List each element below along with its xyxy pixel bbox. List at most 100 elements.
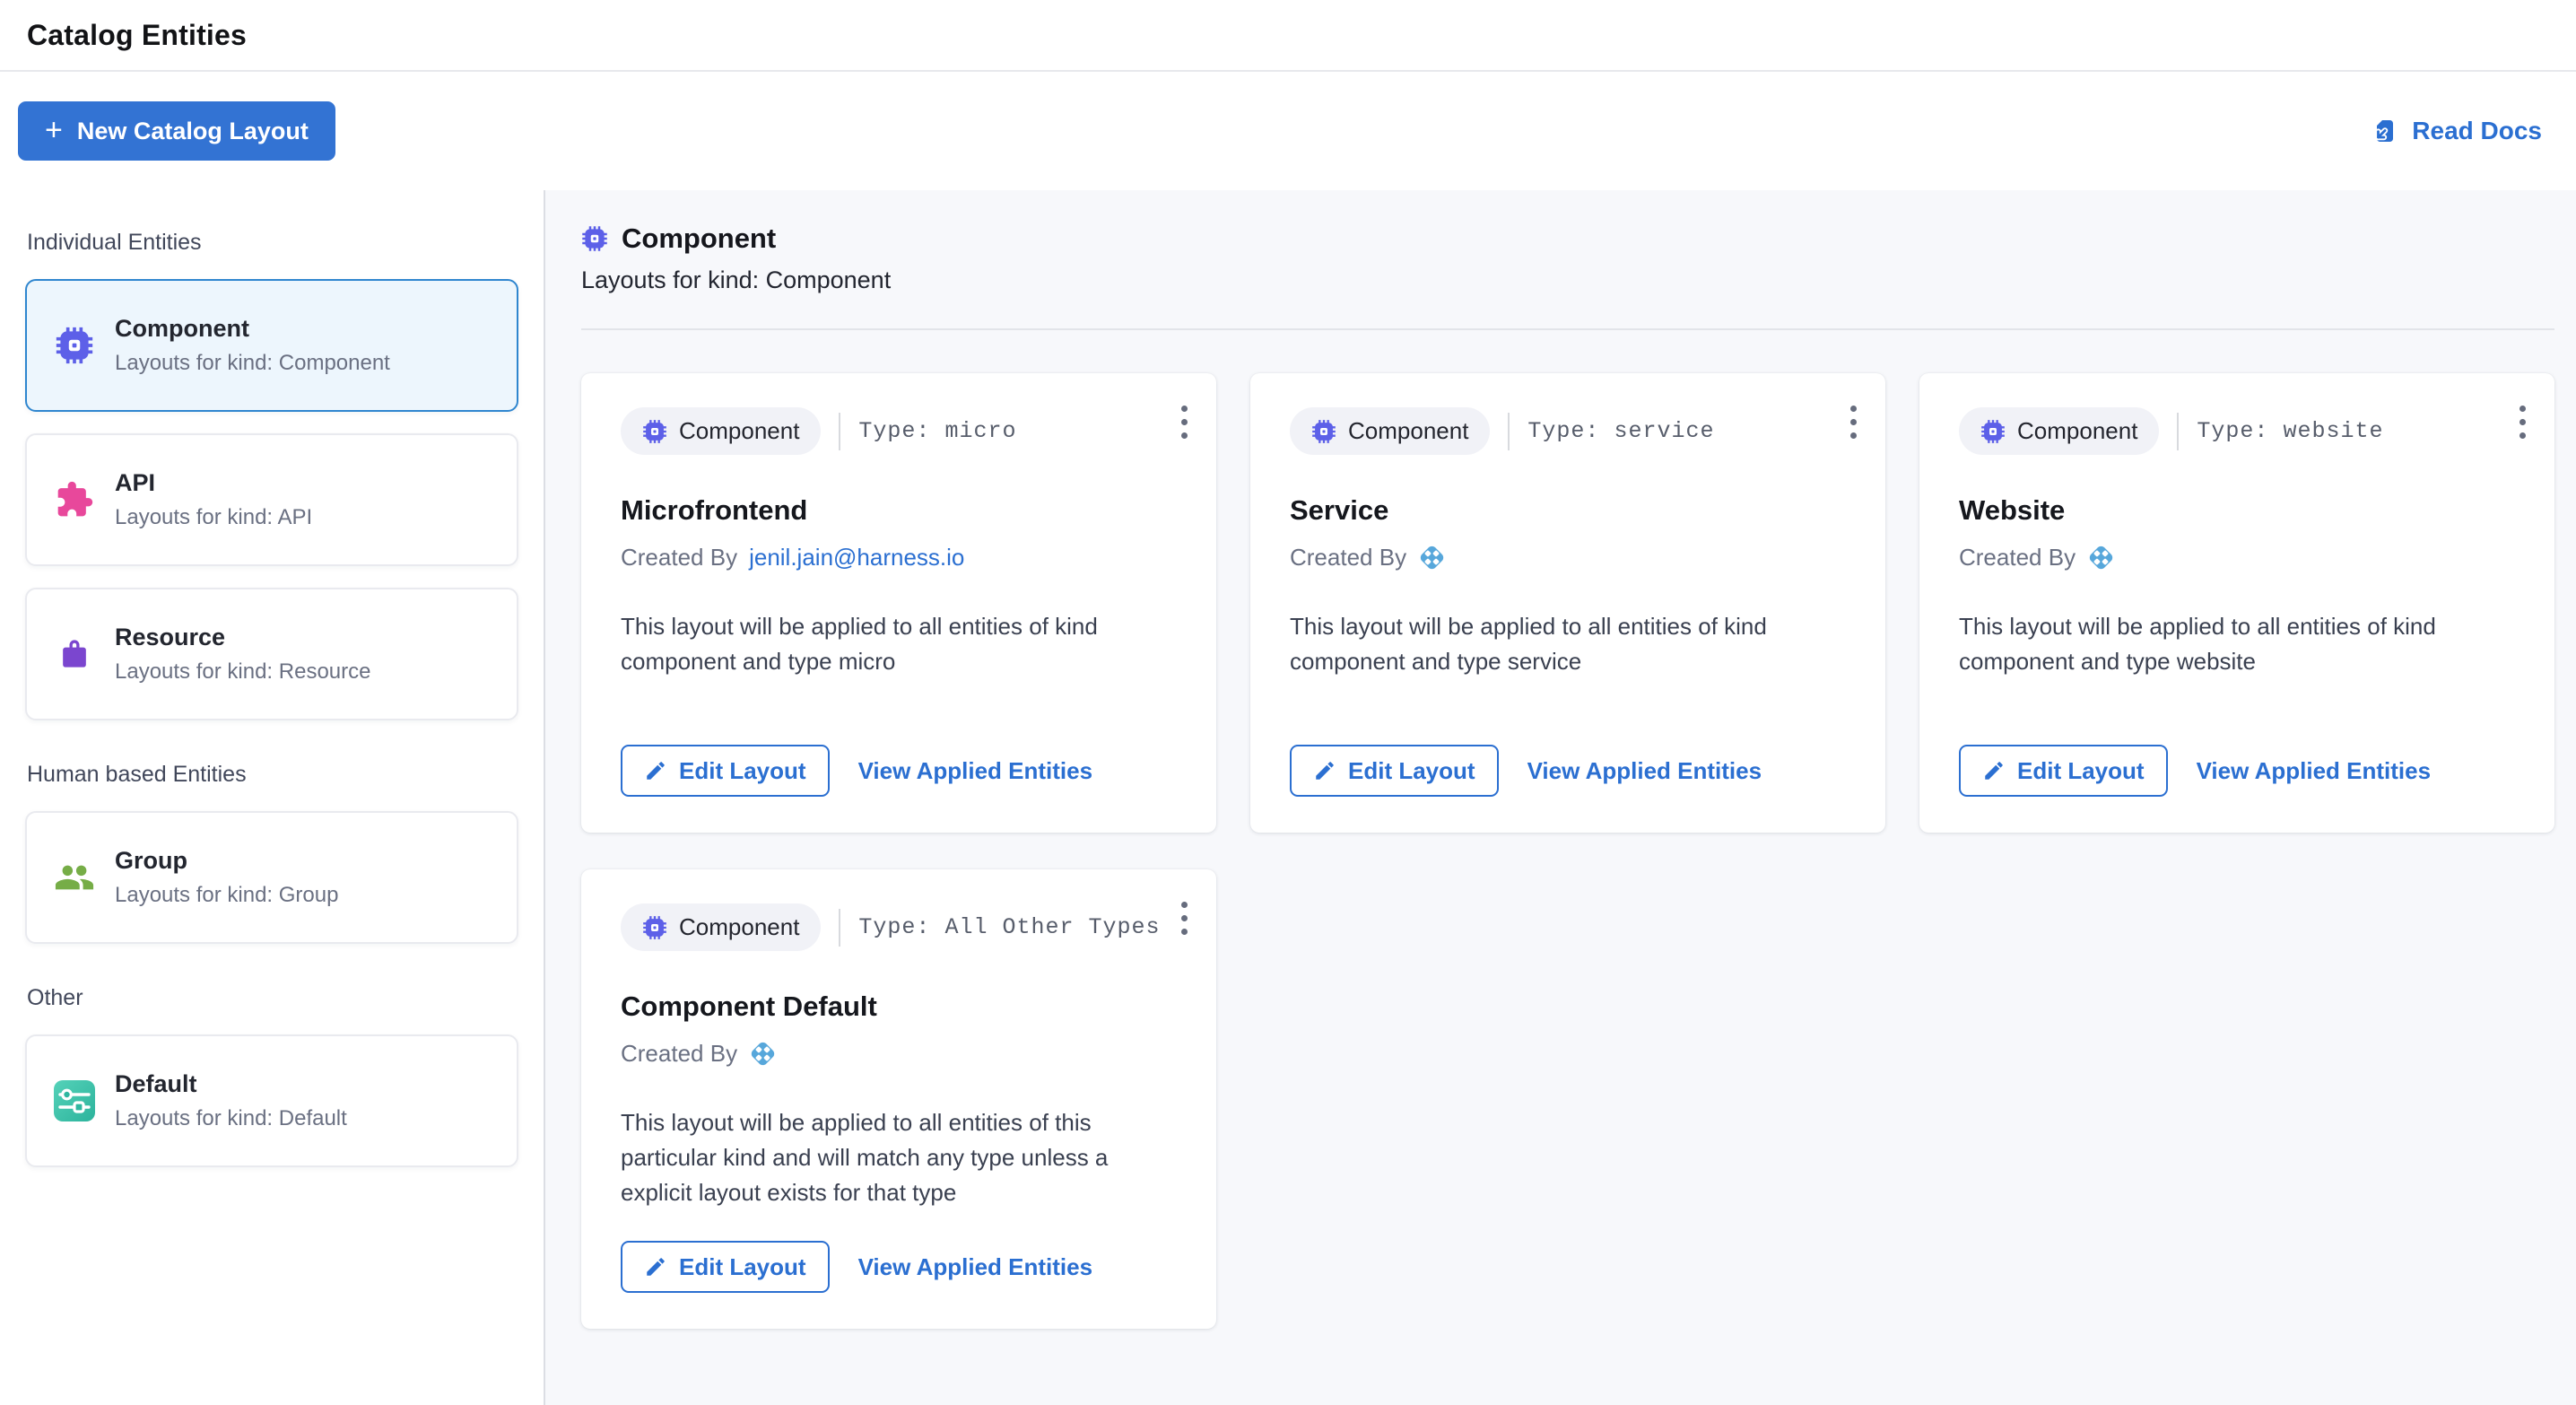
sidebar-item-resource[interactable]: Resource Layouts for kind: Resource: [25, 588, 518, 720]
card-menu-kebab-icon[interactable]: [1171, 891, 1198, 946]
content: Individual Entities Component Layouts fo…: [0, 190, 2576, 1405]
type-text: Type: service: [1527, 418, 1714, 444]
main-heading: Component: [622, 223, 776, 255]
sidebar-item-title: API: [115, 469, 312, 497]
sidebar-item-title: Group: [115, 847, 338, 875]
view-applied-entities-link[interactable]: View Applied Entities: [2197, 757, 2432, 785]
kind-badge: Component: [621, 407, 821, 455]
sidebar-item-subtitle: Layouts for kind: Default: [115, 1106, 347, 1131]
section-label-human-based-entities: Human based Entities: [27, 762, 518, 788]
view-applied-entities-link[interactable]: View Applied Entities: [858, 1253, 1093, 1281]
resource-bag-icon: [54, 633, 95, 675]
card-menu-kebab-icon[interactable]: [1840, 395, 1867, 449]
card-title: Microfrontend: [621, 494, 1180, 527]
page-header: Catalog Entities: [0, 0, 2576, 72]
edit-layout-button[interactable]: Edit Layout: [621, 1241, 830, 1293]
component-chip-icon: [54, 325, 95, 366]
created-by-row: Created By jenil.jain@harness.io: [621, 544, 1180, 572]
harness-logo-icon: [2087, 544, 2115, 572]
page-title: Catalog Entities: [27, 19, 247, 52]
sidebar-item-api[interactable]: API Layouts for kind: API: [25, 433, 518, 566]
divider: [581, 328, 2554, 330]
sidebar-item-title: Default: [115, 1070, 347, 1098]
view-applied-entities-link[interactable]: View Applied Entities: [1527, 757, 1762, 785]
edit-layout-button[interactable]: Edit Layout: [1959, 745, 2168, 797]
layout-card-grid: Component Type: micro Microfrontend Crea…: [581, 373, 2554, 1329]
card-menu-kebab-icon[interactable]: [1171, 395, 1198, 449]
kind-badge-label: Component: [1348, 417, 1468, 445]
main-subheading: Layouts for kind: Component: [581, 266, 2554, 294]
layout-card-component-default: Component Type: All Other Types Componen…: [581, 869, 1216, 1329]
divider: [1508, 413, 1510, 450]
pencil-icon: [644, 759, 667, 782]
edit-layout-label: Edit Layout: [2017, 757, 2145, 785]
divider: [839, 413, 840, 450]
pencil-icon: [644, 1255, 667, 1278]
component-chip-icon: [642, 915, 667, 940]
card-title: Service: [1290, 494, 1849, 527]
sidebar-item-subtitle: Layouts for kind: Component: [115, 351, 390, 376]
component-chip-icon: [642, 419, 667, 444]
component-chip-icon: [581, 225, 608, 252]
main-heading-row: Component: [581, 223, 2554, 255]
card-description: This layout will be applied to all entit…: [1959, 609, 2519, 679]
kind-badge-label: Component: [679, 913, 799, 941]
created-by-row: Created By: [1290, 544, 1849, 572]
edit-layout-button[interactable]: Edit Layout: [1290, 745, 1499, 797]
new-catalog-layout-button[interactable]: + New Catalog Layout: [18, 101, 335, 161]
harness-logo-icon: [1418, 544, 1446, 572]
edit-layout-label: Edit Layout: [679, 757, 806, 785]
created-by-user-link[interactable]: jenil.jain@harness.io: [749, 544, 964, 572]
read-docs-link[interactable]: Read Docs: [2371, 117, 2542, 145]
created-by-row: Created By: [1959, 544, 2519, 572]
type-text: Type: micro: [858, 418, 1016, 444]
toolbar: + New Catalog Layout Read Docs: [0, 72, 2576, 190]
sidebar-item-title: Resource: [115, 624, 370, 651]
kind-badge: Component: [1959, 407, 2159, 455]
layout-card-service: Component Type: service Service Created …: [1250, 373, 1885, 833]
sidebar-item-title: Component: [115, 315, 390, 343]
edit-layout-button[interactable]: Edit Layout: [621, 745, 830, 797]
sidebar-item-subtitle: Layouts for kind: API: [115, 505, 312, 530]
default-sliders-icon: [54, 1080, 95, 1121]
section-label-other: Other: [27, 985, 518, 1011]
group-people-icon: [54, 857, 95, 898]
edit-layout-label: Edit Layout: [679, 1253, 806, 1281]
type-text: Type: website: [2197, 418, 2383, 444]
card-description: This layout will be applied to all entit…: [1290, 609, 1849, 679]
kind-badge: Component: [621, 903, 821, 951]
main-panel: Component Layouts for kind: Component: [545, 190, 2576, 1405]
component-chip-icon: [1980, 419, 2006, 444]
kind-badge-label: Component: [679, 417, 799, 445]
kind-badge: Component: [1290, 407, 1490, 455]
doc-arrow-icon: [2371, 117, 2399, 145]
card-title: Website: [1959, 494, 2519, 527]
layout-card-website: Component Type: website Website Created …: [1919, 373, 2554, 833]
created-by-label: Created By: [1290, 544, 1406, 572]
sidebar: Individual Entities Component Layouts fo…: [0, 190, 545, 1405]
plus-icon: +: [45, 115, 63, 145]
card-description: This layout will be applied to all entit…: [621, 1105, 1180, 1210]
sidebar-item-subtitle: Layouts for kind: Resource: [115, 659, 370, 685]
created-by-label: Created By: [621, 1040, 737, 1068]
created-by-row: Created By: [621, 1040, 1180, 1068]
sidebar-item-subtitle: Layouts for kind: Group: [115, 883, 338, 908]
pencil-icon: [1313, 759, 1336, 782]
component-chip-icon: [1311, 419, 1336, 444]
type-text: Type: All Other Types: [858, 914, 1160, 940]
created-by-label: Created By: [1959, 544, 2076, 572]
divider: [839, 909, 840, 947]
card-description: This layout will be applied to all entit…: [621, 609, 1180, 679]
sidebar-item-component[interactable]: Component Layouts for kind: Component: [25, 279, 518, 412]
kind-badge-label: Component: [2017, 417, 2137, 445]
sidebar-item-group[interactable]: Group Layouts for kind: Group: [25, 811, 518, 944]
view-applied-entities-link[interactable]: View Applied Entities: [858, 757, 1093, 785]
edit-layout-label: Edit Layout: [1348, 757, 1475, 785]
created-by-label: Created By: [621, 544, 737, 572]
card-title: Component Default: [621, 990, 1180, 1023]
read-docs-label: Read Docs: [2412, 117, 2542, 145]
card-menu-kebab-icon[interactable]: [2509, 395, 2537, 449]
new-catalog-layout-label: New Catalog Layout: [77, 118, 309, 145]
sidebar-item-default[interactable]: Default Layouts for kind: Default: [25, 1034, 518, 1167]
harness-logo-icon: [749, 1040, 777, 1068]
